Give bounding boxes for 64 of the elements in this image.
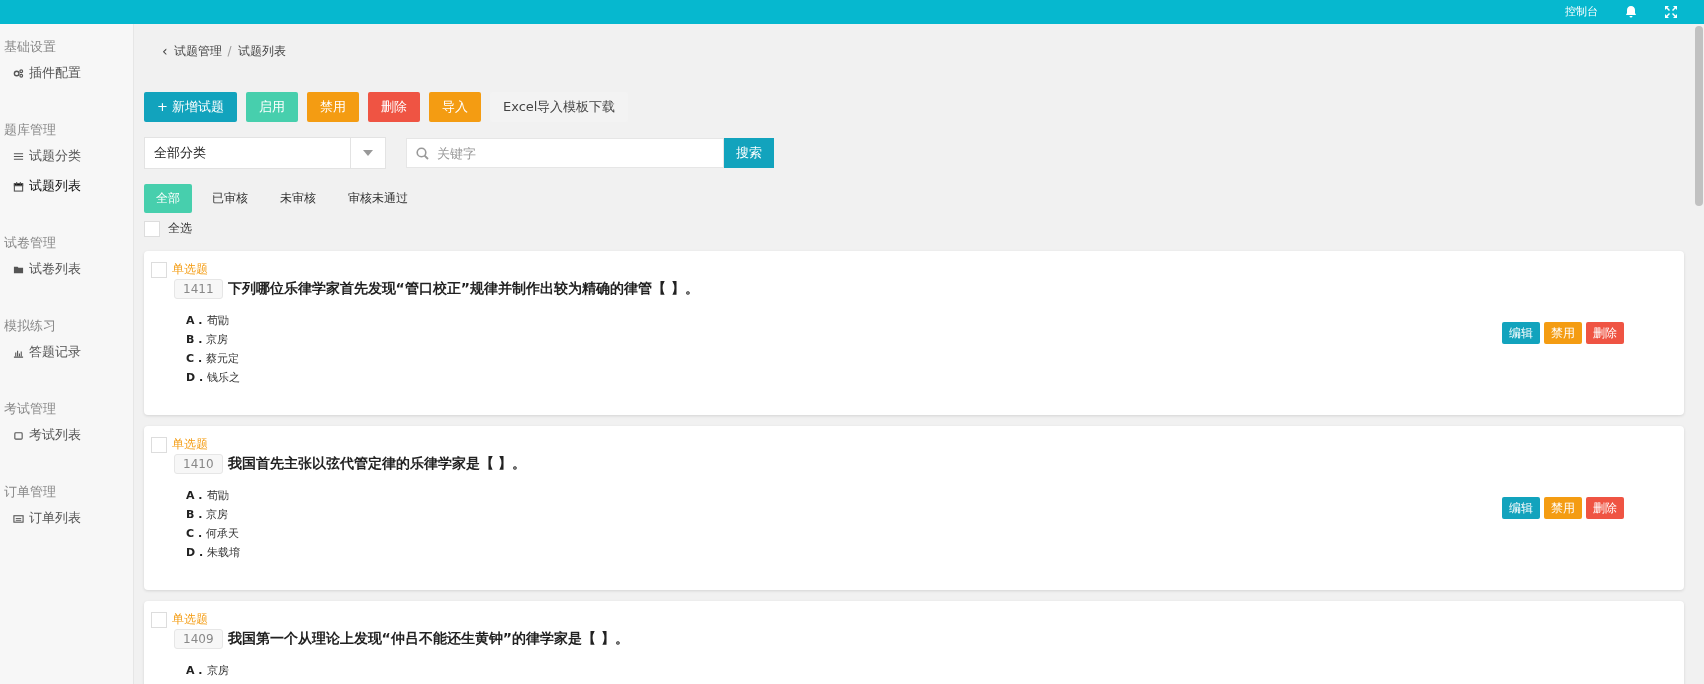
option-letter: D . <box>186 371 204 384</box>
option-letter: C . <box>186 352 203 365</box>
category-select[interactable]: 全部分类 <box>144 137 386 169</box>
option-text: 蔡元定 <box>206 351 240 366</box>
question-type: 单选题 <box>172 611 208 628</box>
menu-item[interactable]: 订单列表 <box>0 503 133 533</box>
checkbox[interactable] <box>151 436 167 453</box>
question-type: 单选题 <box>172 261 208 278</box>
menu-item[interactable]: 试题列表 <box>0 171 133 201</box>
search-field[interactable]: 关键字 <box>406 138 724 168</box>
filter-tab[interactable]: 已审核 <box>200 184 260 213</box>
option-letter: A . <box>186 314 203 327</box>
menu-group-title: 订单管理 <box>3 483 57 501</box>
question-id: 1411 <box>174 279 223 299</box>
search-icon <box>416 147 429 160</box>
menu-item[interactable]: 试卷列表 <box>0 254 133 284</box>
option-text: 京房 <box>206 507 229 522</box>
fullscreen-icon[interactable] <box>1664 5 1678 19</box>
caret-icon <box>363 150 373 156</box>
question-text: 我国首先主张以弦代管定律的乐律学家是【 】。 <box>227 455 527 473</box>
option-text: 京房 <box>206 663 229 678</box>
menu-group-title: 题库管理 <box>3 121 57 139</box>
option-letter: B . <box>186 333 203 346</box>
filter-tab[interactable]: 审核未通过 <box>336 184 420 213</box>
card-icon <box>13 512 24 524</box>
menu-group-title: 考试管理 <box>3 400 57 418</box>
breadcrumb-link[interactable]: 试题列表 <box>237 42 286 60</box>
menu-item[interactable]: 答题记录 <box>0 337 133 367</box>
question-text: 我国第一个从理论上发现“仲吕不能还生黄钟”的律学家是【 】。 <box>227 630 629 648</box>
menu-item[interactable]: 试题分类 <box>0 141 133 171</box>
option-letter: B . <box>186 508 203 521</box>
list-icon <box>13 150 24 162</box>
menu-item[interactable]: 考试列表 <box>0 420 133 450</box>
question-id: 1409 <box>174 629 223 649</box>
option-letter: C . <box>186 527 203 540</box>
question-type: 单选题 <box>172 436 208 453</box>
back-arrow[interactable]: ‹ <box>162 43 168 59</box>
option-text: 荀勖 <box>206 488 229 503</box>
question-text: 下列哪位乐律学家首先发现“管口校正”规律并制作出较为精确的律管【 】。 <box>227 280 699 298</box>
bell-icon[interactable] <box>1624 5 1638 19</box>
filter-tab[interactable]: 未审核 <box>268 184 328 213</box>
menu-item[interactable]: 插件配置 <box>0 58 133 88</box>
breadcrumb-separator: / <box>227 44 232 58</box>
checkbox[interactable] <box>144 220 160 237</box>
question-id: 1410 <box>174 454 223 474</box>
option-text: 钱乐之 <box>207 370 241 385</box>
option-text: 何承天 <box>206 526 240 541</box>
menu-group-title: 模拟练习 <box>3 317 57 335</box>
option-text: 朱载堉 <box>207 545 241 560</box>
menu-group-title: 基础设置 <box>3 38 57 56</box>
option-text: 京房 <box>206 332 229 347</box>
option-text: 荀勖 <box>206 313 229 328</box>
scrollbar-thumb[interactable] <box>1695 26 1703 206</box>
gears-icon <box>13 67 24 79</box>
calendar-icon <box>13 180 24 192</box>
menu-group-title: 试卷管理 <box>3 234 57 252</box>
checkbox[interactable] <box>151 611 167 628</box>
option-letter: A . <box>186 489 203 502</box>
breadcrumb-link[interactable]: 试题管理 <box>173 42 222 60</box>
option-letter: A . <box>186 664 203 677</box>
select-all-label[interactable]: 全选 <box>168 220 192 237</box>
square-icon <box>13 429 24 441</box>
checkbox[interactable] <box>151 261 167 278</box>
option-letter: D . <box>186 546 204 559</box>
